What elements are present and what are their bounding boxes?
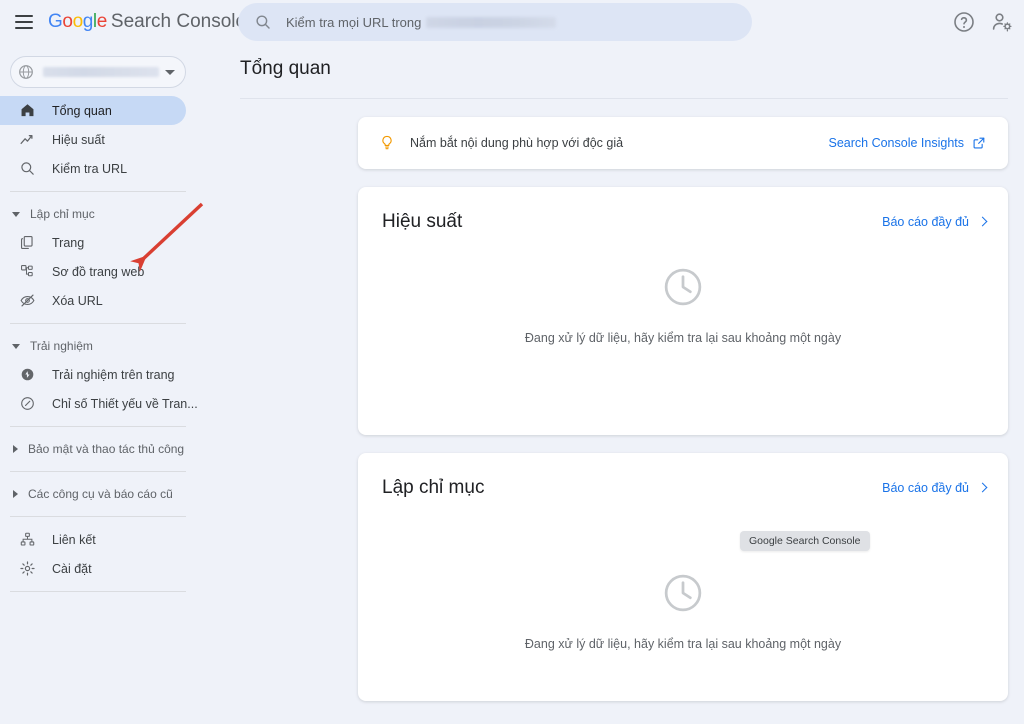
lightbulb-icon [378,133,396,153]
sidebar-item-label: Trải nghiệm trên trang [52,368,175,382]
chevron-right-icon [13,490,18,498]
card-title: Hiệu suất [382,211,462,233]
chevron-down-icon[interactable] [165,70,175,75]
sidebar-group-legacy-tools[interactable]: Các công cụ và báo cáo cũ [0,480,200,508]
links-hierarchy-icon [18,531,36,549]
full-report-label: Báo cáo đầy đủ [882,215,969,229]
full-report-label: Báo cáo đầy đủ [882,481,969,495]
page-experience-icon [18,366,36,384]
search-placeholder: Kiểm tra mọi URL trong [286,15,421,30]
globe-icon [17,63,35,81]
product-name: Search Console [111,11,246,32]
sidebar-divider [10,426,186,427]
search-input[interactable]: Kiểm tra mọi URL trong [238,3,752,41]
account-settings-icon[interactable] [990,10,1014,34]
indexing-empty-state: Đang xử lý dữ liệu, hãy kiểm tra lại sau… [358,571,1008,651]
indexing-card-header: Lập chỉ mục Báo cáo đầy đủ [358,453,1008,499]
gear-icon [18,560,36,578]
sidebar-item-label: Sơ đồ trang web [52,265,144,279]
hamburger-line [15,21,33,23]
sidebar-divider [10,471,186,472]
sidebar-group-label: Bảo mật và thao tác thủ công [28,442,184,456]
cards-container: Nắm bắt nội dung phù hợp với độc giả Sea… [200,99,1024,701]
sidebar-item-settings[interactable]: Cài đặt [0,554,200,583]
search-icon [18,160,36,178]
hamburger-menu-icon[interactable] [12,10,36,34]
sidebar-item-overview[interactable]: Tổng quan [0,96,186,125]
sidebar-divider [10,516,186,517]
sidebar-divider [10,591,186,592]
redacted-property-url [426,17,556,28]
clock-icon [661,265,705,309]
top-app-bar: GoogleSearch Console Kiểm tra mọi URL tr… [0,0,1024,44]
sidebar-group-label: Các công cụ và báo cáo cũ [28,487,173,501]
help-circle-icon[interactable] [952,10,976,34]
empty-state-text: Đang xử lý dữ liệu, hãy kiểm tra lại sau… [525,331,841,345]
sidebar-item-pages[interactable]: Trang [0,228,200,257]
sidebar-item-removals[interactable]: Xóa URL [0,286,200,315]
empty-state-text: Đang xử lý dữ liệu, hãy kiểm tra lại sau… [525,637,841,651]
card-title: Lập chỉ mục [382,477,484,499]
sidebar-item-label: Cài đặt [52,562,92,576]
eye-off-icon [18,292,36,310]
performance-card-header: Hiệu suất Báo cáo đầy đủ [358,187,1008,233]
sidebar-item-core-web-vitals[interactable]: Chỉ số Thiết yếu về Tran... [0,389,200,418]
pages-stack-icon [18,234,36,252]
chevron-down-icon [12,212,20,217]
sidebar-navigation: Tổng quan Hiệu suất Kiểm tra URL Lập chỉ… [0,44,200,724]
sidebar-group-label: Lập chỉ mục [30,207,95,221]
banner-text: Nắm bắt nội dung phù hợp với độc giả [410,136,623,150]
property-selector[interactable] [10,56,186,88]
sidebar-group-label: Trải nghiệm [30,339,93,353]
chevron-right-icon [978,217,988,227]
indexing-full-report-link[interactable]: Báo cáo đầy đủ [882,481,986,495]
clock-icon [661,571,705,615]
indexing-card: Lập chỉ mục Báo cáo đầy đủ Google Search… [358,453,1008,701]
sidebar-item-label: Tổng quan [52,104,112,118]
hover-tooltip: Google Search Console [740,531,870,551]
performance-empty-state: Đang xử lý dữ liệu, hãy kiểm tra lại sau… [358,265,1008,345]
search-console-insights-banner: Nắm bắt nội dung phù hợp với độc giả Sea… [358,117,1008,169]
sitemap-icon [18,263,36,281]
chevron-right-icon [978,483,988,493]
sidebar-divider [10,191,186,192]
hamburger-line [15,15,33,17]
sidebar-item-url-inspection[interactable]: Kiểm tra URL [0,154,200,183]
app-brand[interactable]: GoogleSearch Console [48,11,246,33]
google-logo: Google [48,11,107,32]
speedometer-icon [18,395,36,413]
sidebar-item-label: Xóa URL [52,294,103,308]
sidebar-group-security[interactable]: Bảo mật và thao tác thủ công [0,435,200,463]
sidebar-item-label: Chỉ số Thiết yếu về Tran... [52,397,198,411]
sidebar-item-links[interactable]: Liên kết [0,525,200,554]
property-name-redacted [43,67,159,77]
sidebar-item-label: Liên kết [52,533,96,547]
top-bar-actions [952,0,1014,44]
performance-full-report-link[interactable]: Báo cáo đầy đủ [882,215,986,229]
chevron-right-icon [13,445,18,453]
sidebar-item-performance[interactable]: Hiệu suất [0,125,200,154]
sidebar-group-experience[interactable]: Trải nghiệm [0,332,200,360]
main-content: Tổng quan Nắm bắt nội dung phù hợp với đ… [200,44,1024,724]
search-console-insights-link[interactable]: Search Console Insights [829,136,987,150]
sidebar-group-indexing[interactable]: Lập chỉ mục [0,200,200,228]
search-icon [254,13,272,31]
sidebar-item-page-experience[interactable]: Trải nghiệm trên trang [0,360,200,389]
performance-card: Hiệu suất Báo cáo đầy đủ Đang xử lý dữ l… [358,187,1008,435]
sidebar-item-label: Hiệu suất [52,133,105,147]
chevron-down-icon [12,344,20,349]
sidebar-item-label: Kiểm tra URL [52,162,127,176]
home-icon [18,102,36,120]
hamburger-line [15,27,33,29]
trending-up-icon [18,131,36,149]
sidebar-item-label: Trang [52,236,84,250]
sidebar-divider [10,323,186,324]
external-link-icon [972,136,986,150]
insights-link-label: Search Console Insights [829,136,965,150]
page-title: Tổng quan [200,44,1024,80]
sidebar-item-sitemaps[interactable]: Sơ đồ trang web [0,257,200,286]
